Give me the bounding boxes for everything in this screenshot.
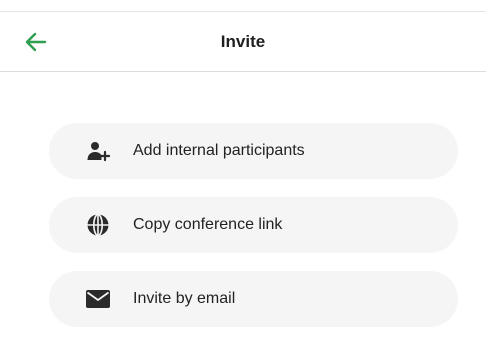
envelope-icon xyxy=(85,286,111,312)
option-label: Add internal participants xyxy=(133,142,305,159)
back-button[interactable] xyxy=(22,28,50,56)
add-user-icon xyxy=(85,138,111,164)
invite-options-list: Add internal participants Copy conferenc… xyxy=(49,123,458,345)
header-bar: Invite xyxy=(0,12,486,72)
invite-by-email-button[interactable]: Invite by email xyxy=(49,271,458,327)
arrow-left-icon xyxy=(25,32,47,52)
page-title: Invite xyxy=(220,31,266,51)
option-label: Copy conference link xyxy=(133,216,283,233)
copy-conference-link-button[interactable]: Copy conference link xyxy=(49,197,458,253)
globe-icon xyxy=(85,212,111,238)
option-label: Invite by email xyxy=(133,290,236,307)
add-internal-participants-button[interactable]: Add internal participants xyxy=(49,123,458,179)
